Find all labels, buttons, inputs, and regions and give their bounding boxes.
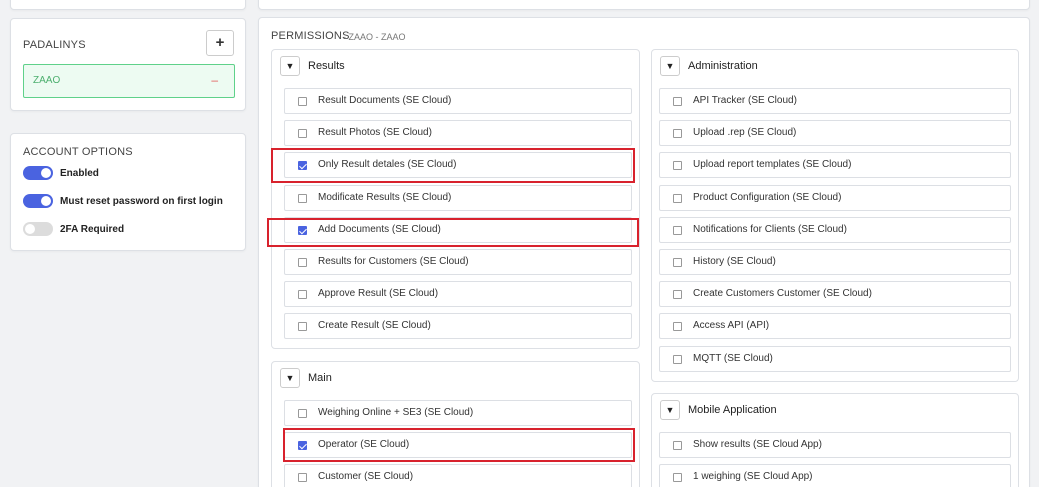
add-padalinys-button[interactable]: +: [206, 30, 234, 56]
2fa-toggle[interactable]: [23, 222, 53, 236]
permission-label: Upload report templates (SE Cloud): [693, 159, 852, 170]
permission-checkbox[interactable]: [298, 194, 307, 203]
padalinys-card: PADALINYS + ZAAO –: [10, 18, 246, 111]
main-group-header[interactable]: ▼ Main: [280, 368, 332, 388]
padalinys-item-label: ZAAO: [33, 75, 61, 86]
account-options-title: ACCOUNT OPTIONS: [23, 146, 133, 158]
permission-label: 1 weighing (SE Cloud App): [693, 471, 813, 482]
permission-label: Modificate Results (SE Cloud): [318, 192, 452, 203]
permission-checkbox[interactable]: [673, 258, 682, 267]
permission-item[interactable]: History (SE Cloud): [659, 249, 1011, 275]
permission-item[interactable]: Result Photos (SE Cloud): [284, 120, 632, 146]
permission-item[interactable]: Approve Result (SE Cloud): [284, 281, 632, 307]
permission-label: Access API (API): [693, 320, 770, 331]
permission-checkbox[interactable]: [673, 441, 682, 450]
top-left-card-edge: [10, 0, 246, 10]
permission-item[interactable]: Product Configuration (SE Cloud): [659, 185, 1011, 211]
administration-group-header[interactable]: ▼ Administration: [660, 56, 758, 76]
permission-label: API Tracker (SE Cloud): [693, 95, 797, 106]
collapse-caret-icon[interactable]: ▼: [280, 368, 300, 388]
permission-label: Weighing Online + SE3 (SE Cloud): [318, 407, 474, 418]
administration-group-title: Administration: [688, 60, 758, 72]
reset-password-toggle[interactable]: [23, 194, 53, 208]
reset-password-label: Must reset password on first login: [60, 196, 223, 207]
permission-label: Results for Customers (SE Cloud): [318, 256, 469, 267]
permission-item[interactable]: 1 weighing (SE Cloud App): [659, 464, 1011, 487]
permission-item[interactable]: API Tracker (SE Cloud): [659, 88, 1011, 114]
permission-item[interactable]: Show results (SE Cloud App): [659, 432, 1011, 458]
permission-checkbox[interactable]: [298, 258, 307, 267]
permission-checkbox[interactable]: [673, 129, 682, 138]
highlight-box: [271, 148, 635, 183]
permission-label: Result Documents (SE Cloud): [318, 95, 452, 106]
permission-checkbox[interactable]: [673, 97, 682, 106]
permission-item[interactable]: Modificate Results (SE Cloud): [284, 185, 632, 211]
permission-item[interactable]: Create Customers Customer (SE Cloud): [659, 281, 1011, 307]
permission-item[interactable]: Result Documents (SE Cloud): [284, 88, 632, 114]
permission-checkbox[interactable]: [673, 194, 682, 203]
collapse-caret-icon[interactable]: ▼: [660, 400, 680, 420]
permission-label: Notifications for Clients (SE Cloud): [693, 224, 847, 235]
permission-label: History (SE Cloud): [693, 256, 776, 267]
permission-checkbox[interactable]: [673, 322, 682, 331]
permission-checkbox[interactable]: [298, 409, 307, 418]
permission-item[interactable]: Notifications for Clients (SE Cloud): [659, 217, 1011, 243]
permission-label: Customer (SE Cloud): [318, 471, 414, 482]
enabled-label: Enabled: [60, 168, 99, 179]
2fa-label: 2FA Required: [60, 224, 125, 235]
highlight-box: [283, 428, 635, 462]
main-group: ▼ Main Weighing Online + SE3 (SE Cloud) O…: [271, 361, 640, 487]
main-group-title: Main: [308, 372, 332, 384]
permission-item[interactable]: Access API (API): [659, 313, 1011, 339]
permission-label: MQTT (SE Cloud): [693, 353, 773, 364]
top-right-card-edge: [258, 0, 1030, 10]
permission-item[interactable]: Upload report templates (SE Cloud): [659, 152, 1011, 178]
account-options-card: ACCOUNT OPTIONS Enabled Must reset passw…: [10, 133, 246, 251]
permission-checkbox[interactable]: [298, 290, 307, 299]
collapse-caret-icon[interactable]: ▼: [280, 56, 300, 76]
administration-group: ▼ Administration API Tracker (SE Cloud) U…: [651, 49, 1019, 382]
results-group-title: Results: [308, 60, 345, 72]
mobile-application-group-header[interactable]: ▼ Mobile Application: [660, 400, 777, 420]
permission-label: Product Configuration (SE Cloud): [693, 192, 842, 203]
permission-label: Create Result (SE Cloud): [318, 320, 431, 331]
mobile-application-group: ▼ Mobile Application Show results (SE Cl…: [651, 393, 1019, 487]
mobile-application-group-title: Mobile Application: [688, 404, 777, 416]
toggle-knob: [25, 224, 35, 234]
permission-checkbox[interactable]: [673, 226, 682, 235]
toggle-knob: [41, 196, 51, 206]
permission-item[interactable]: Create Result (SE Cloud): [284, 313, 632, 339]
permission-checkbox[interactable]: [298, 97, 307, 106]
permission-item[interactable]: Weighing Online + SE3 (SE Cloud): [284, 400, 632, 426]
padalinys-item-zaao[interactable]: ZAAO –: [23, 64, 235, 98]
permission-label: Approve Result (SE Cloud): [318, 288, 439, 299]
permission-checkbox[interactable]: [298, 129, 307, 138]
permission-checkbox[interactable]: [673, 161, 682, 170]
highlight-box: [267, 218, 639, 247]
permission-checkbox[interactable]: [298, 473, 307, 482]
permission-label: Create Customers Customer (SE Cloud): [693, 288, 872, 299]
toggle-knob: [41, 168, 51, 178]
permissions-card: PERMISSIONS - ZAAO - ZAAO ▼ Results Resu…: [258, 17, 1030, 487]
results-group: ▼ Results Result Documents (SE Cloud) Res…: [271, 49, 640, 349]
padalinys-title: PADALINYS: [23, 39, 86, 51]
permission-item[interactable]: Customer (SE Cloud): [284, 464, 632, 487]
permission-checkbox[interactable]: [673, 355, 682, 364]
permission-item[interactable]: Upload .rep (SE Cloud): [659, 120, 1011, 146]
permissions-subtitle: - ZAAO - ZAAO: [343, 32, 406, 42]
permission-item[interactable]: Results for Customers (SE Cloud): [284, 249, 632, 275]
permission-item[interactable]: MQTT (SE Cloud): [659, 346, 1011, 372]
enabled-toggle[interactable]: [23, 166, 53, 180]
permission-checkbox[interactable]: [298, 322, 307, 331]
collapse-caret-icon[interactable]: ▼: [660, 56, 680, 76]
permission-label: Upload .rep (SE Cloud): [693, 127, 797, 138]
permission-label: Result Photos (SE Cloud): [318, 127, 432, 138]
results-group-header[interactable]: ▼ Results: [280, 56, 345, 76]
permission-label: Show results (SE Cloud App): [693, 439, 822, 450]
remove-padalinys-button[interactable]: –: [211, 73, 218, 87]
permissions-title: PERMISSIONS: [271, 30, 350, 42]
permission-checkbox[interactable]: [673, 290, 682, 299]
permission-checkbox[interactable]: [673, 473, 682, 482]
